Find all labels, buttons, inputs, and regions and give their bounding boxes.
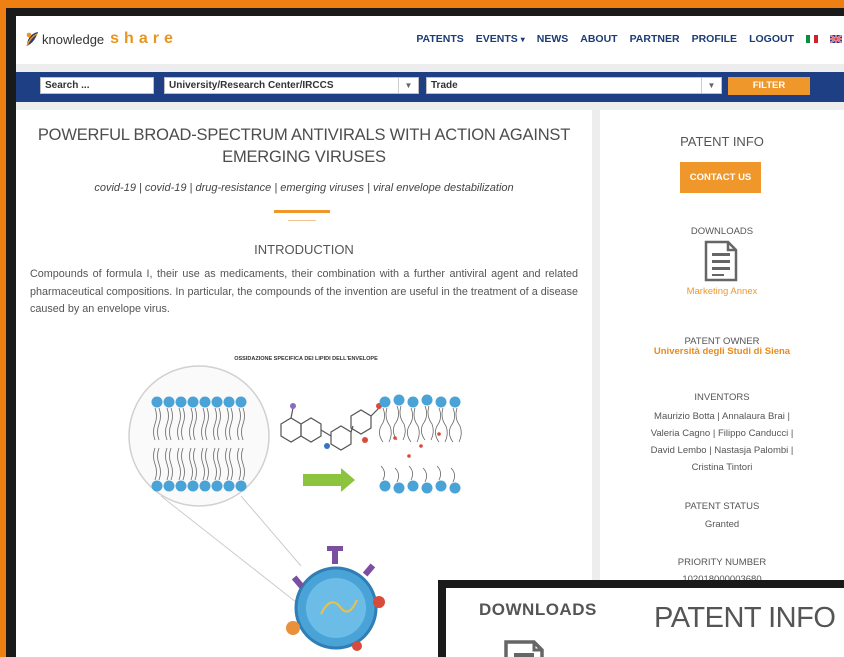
nav-events-label: EVENTS: [475, 33, 518, 45]
patent-main-content: POWERFUL BROAD-SPECTRUM ANTIVIRALS WITH …: [16, 110, 592, 657]
screenshot-frame: knowledge share PATENTS EVENTS ▾ NEWS AB…: [6, 8, 844, 657]
logo-text-share: share: [110, 30, 178, 47]
trade-select-value: Trade: [431, 80, 458, 91]
logo-leaf-icon: [24, 30, 40, 48]
nav-events[interactable]: EVENTS ▾: [476, 33, 525, 45]
patent-info-heading: PATENT INFO: [680, 134, 764, 149]
orange-divider: [274, 210, 330, 213]
nav-profile[interactable]: PROFILE: [692, 33, 738, 45]
priority-number-label: PRIORITY NUMBER: [677, 557, 767, 568]
nav-patents[interactable]: PATENTS: [416, 33, 463, 45]
nav-about[interactable]: ABOUT: [580, 33, 617, 45]
patent-status-label: PATENT STATUS: [684, 501, 760, 512]
search-filter-bar: Search ... University/Research Center/IR…: [16, 72, 844, 102]
nav-logout[interactable]: LOGOUT: [749, 33, 794, 45]
zoom-downloads-label: DOWNLOADS: [479, 600, 597, 619]
trade-select[interactable]: Trade ▼: [426, 77, 722, 94]
center-select-value: University/Research Center/IRCCS: [169, 80, 334, 91]
light-divider: [288, 220, 316, 221]
document-icon[interactable]: [704, 240, 738, 287]
site-logo[interactable]: knowledge share: [24, 30, 178, 48]
patent-tags: covid-19 | covid-19 | drug-resistance | …: [94, 182, 514, 194]
nav-partner[interactable]: PARTNER: [630, 33, 680, 45]
inventors-list: Maurizio Botta | Annalaura Brai | Valeri…: [600, 408, 844, 476]
introduction-text: Compounds of formula I, their use as med…: [30, 268, 578, 315]
patent-status-value: Granted: [704, 519, 740, 530]
document-icon: [504, 640, 544, 657]
inventors-line: David Lembo | Nastasja Palombi |: [650, 445, 794, 456]
chevron-down-icon: ▼: [701, 78, 721, 93]
patent-title: POWERFUL BROAD-SPECTRUM ANTIVIRALS WITH …: [16, 124, 592, 168]
logo-text-knowledge: knowledge: [42, 31, 105, 47]
figure-caption: OSSIDAZIONE SPECIFICA DEI LIPIDI DELL'EN…: [234, 356, 378, 362]
english-flag-icon[interactable]: [830, 35, 842, 43]
main-nav: PATENTS EVENTS ▾ NEWS ABOUT PARTNER PROF…: [416, 33, 844, 45]
marketing-annex-link[interactable]: Marketing Annex: [600, 286, 844, 297]
inventors-line: Maurizio Botta | Annalaura Brai |: [654, 411, 790, 422]
patent-title-line-1: POWERFUL BROAD-SPECTRUM ANTIVIRALS WITH …: [37, 126, 571, 144]
search-input[interactable]: Search ...: [40, 77, 154, 94]
browser-viewport: knowledge share PATENTS EVENTS ▾ NEWS AB…: [16, 16, 844, 657]
inventors-line: Valeria Cagno | Filippo Canducci |: [650, 428, 794, 439]
filter-button[interactable]: FILTER: [728, 77, 810, 95]
chevron-down-icon: ▾: [520, 35, 525, 44]
inventors-line: Cristina Tintori: [691, 462, 753, 473]
top-navigation-bar: knowledge share PATENTS EVENTS ▾ NEWS AB…: [16, 16, 844, 64]
patent-info-sidebar: PATENT INFO CONTACT US DOWNLOADS Marketi…: [600, 110, 844, 657]
chevron-down-icon: ▼: [398, 78, 418, 93]
downloads-label: DOWNLOADS: [690, 226, 754, 237]
inventors-label: INVENTORS: [694, 392, 750, 403]
zoom-callout: DOWNLOADS PATENT INFO: [446, 588, 844, 657]
center-select[interactable]: University/Research Center/IRCCS ▼: [164, 77, 419, 94]
patent-owner-value[interactable]: Università degli Studi di Siena: [600, 346, 844, 357]
mechanism-figure: OSSIDAZIONE SPECIFICA DEI LIPIDI DELL'EN…: [121, 346, 491, 657]
patent-title-line-2: EMERGING VIRUSES: [222, 148, 386, 166]
zoom-patent-info-heading: PATENT INFO: [654, 602, 836, 634]
nav-news[interactable]: NEWS: [537, 33, 569, 45]
introduction-heading: INTRODUCTION: [254, 242, 354, 257]
italian-flag-icon[interactable]: [806, 35, 818, 43]
contact-us-button[interactable]: CONTACT US: [680, 162, 761, 193]
